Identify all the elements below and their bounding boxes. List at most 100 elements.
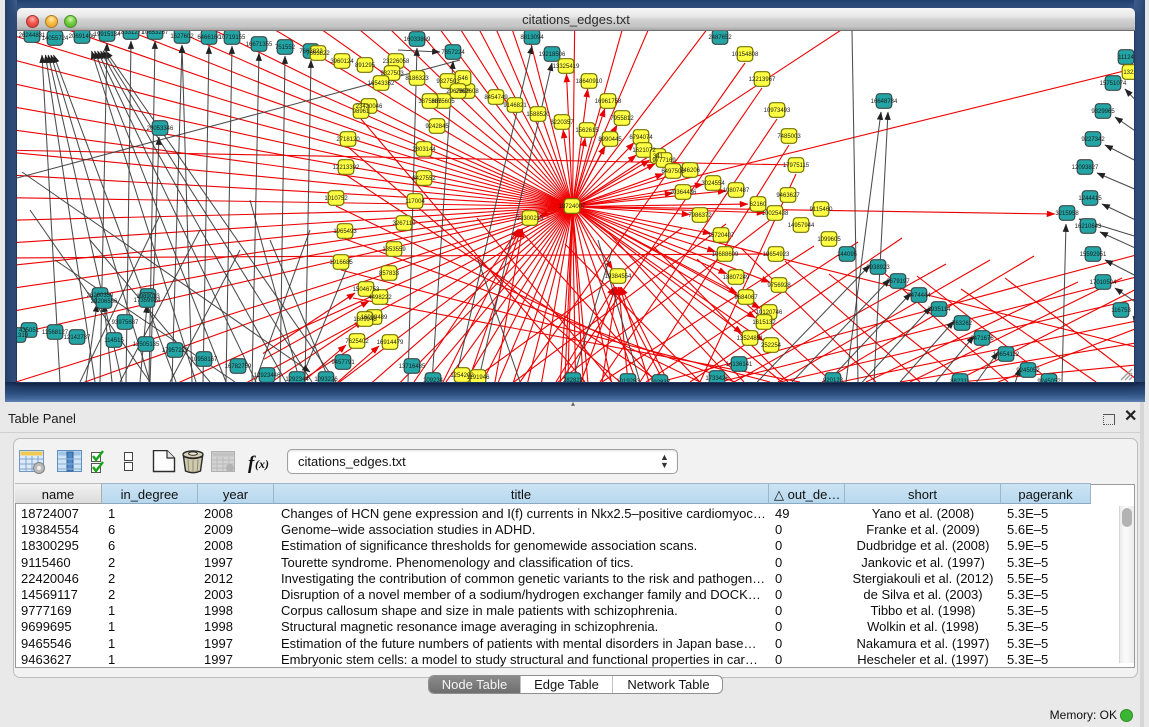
svg-text:1588520: 1588520: [526, 112, 550, 118]
svg-text:1562615: 1562615: [575, 128, 599, 134]
svg-text:891295: 891295: [355, 63, 376, 69]
svg-text:1322: 1322: [1123, 70, 1134, 76]
svg-text:9242845: 9242845: [425, 124, 449, 130]
svg-text:9115460: 9115460: [810, 207, 834, 213]
svg-text:23226058: 23226058: [383, 59, 410, 65]
svg-text:1099605: 1099605: [817, 237, 841, 243]
svg-text:7857224: 7857224: [441, 50, 465, 56]
svg-text:16671355: 16671355: [246, 42, 273, 48]
svg-text:1191946: 1191946: [467, 375, 491, 381]
svg-text:2718120: 2718120: [336, 137, 360, 143]
svg-text:7485003: 7485003: [777, 134, 801, 140]
svg-text:10653267: 10653267: [142, 31, 169, 36]
svg-text:12923446: 12923446: [254, 373, 281, 379]
svg-text:252254: 252254: [761, 343, 782, 349]
svg-text:8938923: 8938923: [866, 265, 890, 271]
svg-text:10688609: 10688609: [712, 252, 739, 258]
svg-text:19384554: 19384554: [605, 274, 632, 280]
svg-text:3215958: 3215958: [1055, 211, 1079, 217]
svg-text:16033809: 16033809: [404, 37, 431, 43]
svg-text:109234: 109234: [423, 378, 444, 382]
svg-text:8186323: 8186323: [405, 76, 429, 82]
svg-text:8454749: 8454749: [484, 95, 508, 101]
svg-text:1292344: 1292344: [285, 377, 309, 382]
svg-text:1965493: 1965493: [333, 229, 357, 235]
svg-text:13325419: 13325419: [553, 64, 580, 70]
svg-text:15751074: 15751074: [1100, 81, 1127, 87]
svg-text:546: 546: [458, 76, 469, 82]
svg-text:9146821: 9146821: [503, 103, 527, 109]
svg-text:3960124: 3960124: [330, 59, 354, 65]
svg-text:12093827: 12093827: [1072, 165, 1099, 171]
svg-text:282822: 282822: [563, 378, 584, 382]
svg-text:16648784: 16648784: [871, 99, 898, 105]
svg-text:6794074: 6794074: [629, 135, 653, 141]
svg-text:10025438: 10025438: [762, 211, 789, 217]
svg-text:1615132: 1615132: [752, 320, 776, 326]
svg-text:882311: 882311: [950, 379, 970, 382]
svg-text:391319: 391319: [17, 333, 29, 339]
svg-text:9777169: 9777169: [652, 158, 676, 164]
svg-text:23300213: 23300213: [517, 216, 544, 222]
svg-text:1527602: 1527602: [170, 34, 194, 40]
svg-text:16210643: 16210643: [1075, 224, 1102, 230]
svg-text:9329965: 9329965: [1091, 109, 1115, 115]
svg-text:20206556: 20206556: [91, 299, 118, 305]
svg-text:15046753: 15046753: [353, 287, 380, 293]
svg-text:1609948: 1609948: [353, 317, 377, 323]
svg-text:1916685: 1916685: [329, 260, 353, 266]
svg-text:2487652: 2487652: [708, 35, 732, 41]
svg-text:2803144: 2803144: [412, 147, 436, 153]
svg-text:7625402: 7625402: [345, 339, 369, 345]
svg-text:1010752: 1010752: [324, 196, 348, 202]
svg-text:117004: 117004: [405, 199, 425, 205]
svg-text:15592951: 15592951: [1080, 252, 1107, 258]
svg-text:14957944: 14957944: [788, 223, 815, 229]
svg-text:6579197: 6579197: [886, 279, 910, 285]
svg-text:16961758: 16961758: [595, 99, 622, 105]
svg-text:12213967: 12213967: [749, 77, 776, 83]
svg-text:8990445: 8990445: [598, 137, 622, 143]
svg-text:4498222: 4498222: [368, 295, 392, 301]
svg-text:2935114: 2935114: [928, 307, 952, 313]
svg-text:7986372: 7986372: [688, 213, 712, 219]
svg-text:114515: 114515: [104, 338, 124, 344]
svg-text:3267110: 3267110: [393, 221, 417, 227]
svg-text:857833: 857833: [379, 271, 400, 277]
svg-text:9245052: 9245052: [1037, 379, 1061, 382]
svg-text:751552: 751552: [275, 45, 296, 51]
svg-text:2967608: 2967608: [446, 89, 470, 95]
svg-text:12213392: 12213392: [333, 165, 360, 171]
svg-text:20691406: 20691406: [69, 34, 96, 40]
svg-text:18640910: 18640910: [576, 79, 603, 85]
svg-text:19218506: 19218506: [539, 52, 566, 58]
svg-text:20364436: 20364436: [670, 190, 697, 196]
svg-text:11124: 11124: [1118, 55, 1134, 61]
svg-text:9227342: 9227342: [1081, 137, 1105, 143]
svg-text:14055724: 14055724: [42, 36, 69, 42]
svg-text:62160: 62160: [750, 202, 767, 208]
svg-text:9684067: 9684067: [734, 295, 758, 301]
svg-text:746206: 746206: [680, 168, 701, 174]
svg-text:16543362: 16543362: [368, 81, 395, 87]
svg-text:763262: 763262: [952, 321, 973, 327]
svg-text:3875605: 3875605: [418, 99, 442, 105]
svg-text:16914479: 16914479: [377, 340, 404, 346]
svg-text:192833: 192833: [650, 380, 671, 382]
svg-text:16782759: 16782759: [225, 364, 252, 370]
svg-text:10719155: 10719155: [219, 35, 246, 41]
svg-text:17010504: 17010504: [1090, 280, 1117, 286]
svg-text:17975115: 17975115: [783, 163, 810, 169]
svg-text:10154808: 10154808: [732, 52, 759, 58]
svg-text:920123: 920123: [823, 378, 844, 382]
svg-text:19654923: 19654923: [763, 252, 790, 258]
svg-text:98961: 98961: [353, 109, 370, 115]
svg-text:116753: 116753: [1111, 308, 1131, 314]
svg-text:10973493: 10973493: [764, 108, 791, 114]
svg-text:3024554: 3024554: [701, 181, 725, 187]
svg-text:(x): (x): [255, 457, 269, 471]
svg-text:18724007: 18724007: [559, 204, 586, 210]
svg-text:1733426: 1733426: [705, 376, 729, 382]
svg-text:9327503: 9327503: [380, 71, 404, 77]
svg-text:9756928: 9756928: [767, 283, 791, 289]
